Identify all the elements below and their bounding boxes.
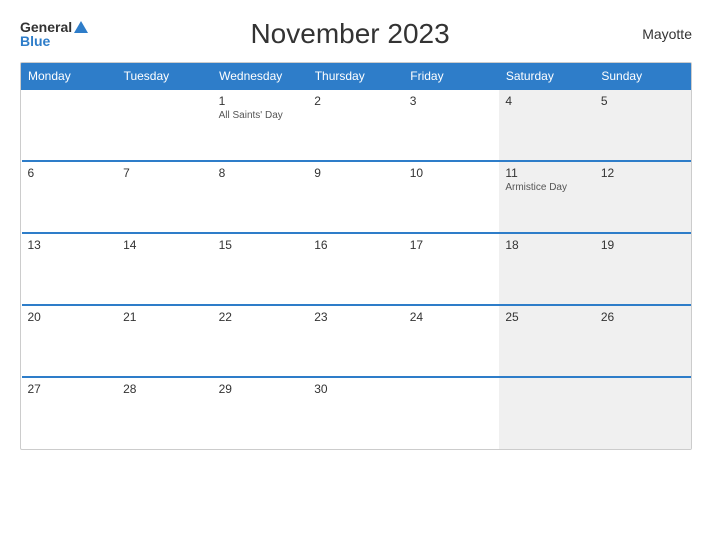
calendar-cell: 25 <box>499 305 595 377</box>
logo: General Blue <box>20 20 88 48</box>
day-number: 16 <box>314 238 398 252</box>
calendar-cell <box>499 377 595 449</box>
col-friday: Friday <box>404 64 500 90</box>
calendar-cell: 9 <box>308 161 404 233</box>
day-number: 26 <box>601 310 685 324</box>
day-number: 7 <box>123 166 207 180</box>
calendar-cell: 22 <box>213 305 309 377</box>
calendar-cell <box>404 377 500 449</box>
day-number: 20 <box>28 310 112 324</box>
calendar-header: General Blue November 2023 Mayotte <box>20 18 692 50</box>
day-number: 24 <box>410 310 494 324</box>
col-sunday: Sunday <box>595 64 691 90</box>
calendar-week-row: 20 21 22 23 24 25 26 <box>22 305 691 377</box>
day-number: 4 <box>505 94 589 108</box>
calendar-cell: 8 <box>213 161 309 233</box>
calendar-cell: 17 <box>404 233 500 305</box>
calendar-cell: 11 Armistice Day <box>499 161 595 233</box>
calendar-wrapper: Monday Tuesday Wednesday Thursday Friday… <box>20 62 692 450</box>
col-tuesday: Tuesday <box>117 64 213 90</box>
calendar-cell: 10 <box>404 161 500 233</box>
region-label: Mayotte <box>612 26 692 42</box>
day-number: 14 <box>123 238 207 252</box>
day-number: 6 <box>28 166 112 180</box>
col-wednesday: Wednesday <box>213 64 309 90</box>
day-number: 2 <box>314 94 398 108</box>
calendar-cell: 12 <box>595 161 691 233</box>
col-saturday: Saturday <box>499 64 595 90</box>
calendar-cell <box>117 89 213 161</box>
calendar-cell: 15 <box>213 233 309 305</box>
day-number: 3 <box>410 94 494 108</box>
logo-general-text: General <box>20 20 72 34</box>
calendar-cell: 27 <box>22 377 118 449</box>
day-number: 8 <box>219 166 303 180</box>
day-number: 11 <box>505 166 589 180</box>
day-number: 30 <box>314 382 398 396</box>
calendar-cell: 7 <box>117 161 213 233</box>
day-number: 28 <box>123 382 207 396</box>
calendar-cell: 14 <box>117 233 213 305</box>
calendar-week-row: 27 28 29 30 <box>22 377 691 449</box>
day-number: 27 <box>28 382 112 396</box>
day-number: 10 <box>410 166 494 180</box>
day-number: 12 <box>601 166 685 180</box>
day-number: 25 <box>505 310 589 324</box>
day-number: 15 <box>219 238 303 252</box>
calendar-table: Monday Tuesday Wednesday Thursday Friday… <box>21 63 691 449</box>
calendar-title: November 2023 <box>88 18 612 50</box>
day-number: 5 <box>601 94 685 108</box>
calendar-cell: 13 <box>22 233 118 305</box>
col-monday: Monday <box>22 64 118 90</box>
calendar-cell: 28 <box>117 377 213 449</box>
calendar-cell: 20 <box>22 305 118 377</box>
day-number: 23 <box>314 310 398 324</box>
day-number: 18 <box>505 238 589 252</box>
calendar-cell: 1 All Saints' Day <box>213 89 309 161</box>
calendar-cell: 4 <box>499 89 595 161</box>
calendar-cell: 21 <box>117 305 213 377</box>
calendar-cell <box>595 377 691 449</box>
calendar-header-row: Monday Tuesday Wednesday Thursday Friday… <box>22 64 691 90</box>
day-number: 29 <box>219 382 303 396</box>
calendar-cell: 23 <box>308 305 404 377</box>
day-number: 19 <box>601 238 685 252</box>
day-number: 13 <box>28 238 112 252</box>
day-number: 17 <box>410 238 494 252</box>
calendar-page: General Blue November 2023 Mayotte Monda… <box>0 0 712 550</box>
calendar-cell: 5 <box>595 89 691 161</box>
calendar-cell: 6 <box>22 161 118 233</box>
calendar-week-row: 1 All Saints' Day 2345 <box>22 89 691 161</box>
calendar-cell: 19 <box>595 233 691 305</box>
day-number: 21 <box>123 310 207 324</box>
calendar-cell: 2 <box>308 89 404 161</box>
day-number: 9 <box>314 166 398 180</box>
holiday-name: All Saints' Day <box>219 110 303 121</box>
calendar-cell: 3 <box>404 89 500 161</box>
calendar-week-row: 13 14 15 16 17 18 19 <box>22 233 691 305</box>
calendar-cell <box>22 89 118 161</box>
calendar-cell: 29 <box>213 377 309 449</box>
calendar-cell: 18 <box>499 233 595 305</box>
calendar-cell: 30 <box>308 377 404 449</box>
calendar-cell: 26 <box>595 305 691 377</box>
col-thursday: Thursday <box>308 64 404 90</box>
calendar-week-row: 6789 10 11 Armistice Day 12 <box>22 161 691 233</box>
logo-triangle-icon <box>74 21 88 33</box>
calendar-cell: 24 <box>404 305 500 377</box>
holiday-name: Armistice Day <box>505 182 589 193</box>
day-number: 22 <box>219 310 303 324</box>
calendar-cell: 16 <box>308 233 404 305</box>
logo-blue-text: Blue <box>20 34 50 48</box>
day-number: 1 <box>219 94 303 108</box>
